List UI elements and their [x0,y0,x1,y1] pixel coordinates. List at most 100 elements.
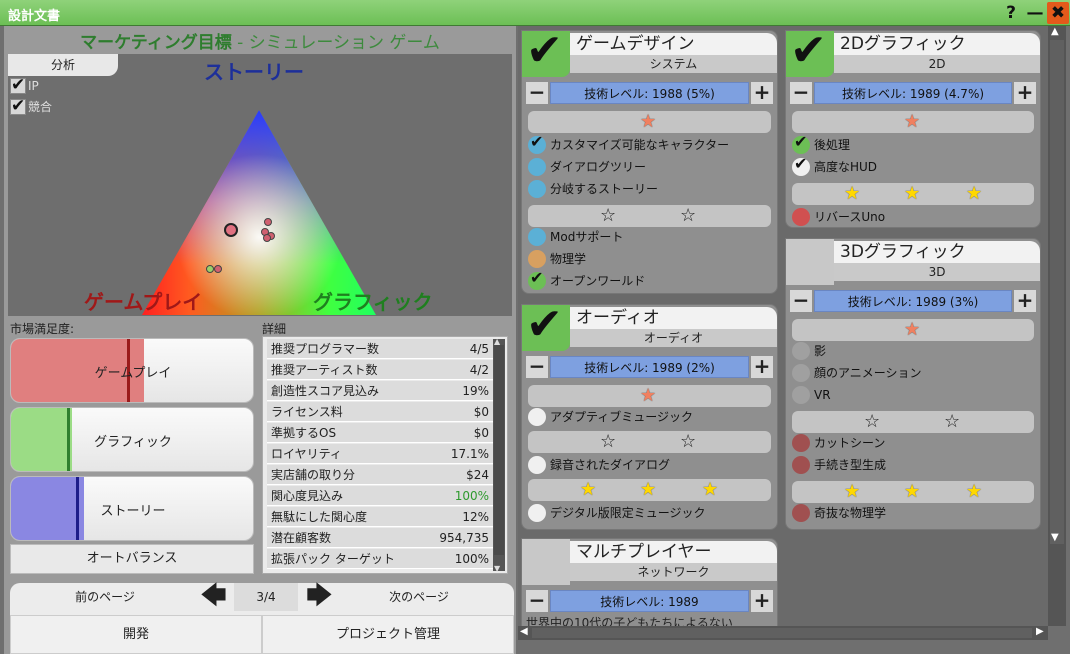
feature-toggle-icon[interactable] [792,504,810,522]
minimize-button[interactable]: — [1024,2,1046,24]
details-row: 準拠するOS $0 [267,423,493,443]
analysis-tab[interactable]: 分析 [8,54,118,76]
details-value: 19% [462,384,489,398]
feature-toggle-icon[interactable] [528,228,546,246]
next-page-button[interactable]: 次のページ [324,583,514,611]
feature-toggle-icon[interactable] [528,268,546,290]
feature-item[interactable]: VR [792,385,1034,405]
scroll-down-icon[interactable]: ▼ [494,564,500,573]
feature-cards-area: ゲームデザイン システム − 技術レベル: 1988 (5%) + ★ カスタマ… [518,26,1048,626]
prev-arrow-icon[interactable]: 🡄 [200,583,227,609]
feature-item[interactable]: 後処理 [792,132,1034,155]
feature-item[interactable]: リバースUno [792,207,1034,227]
tech-level-control: − 技術レベル: 1989 (3%) + [790,290,1036,312]
feature-toggle-icon[interactable] [792,456,810,474]
increase-tech-button[interactable]: + [1014,82,1036,104]
feature-item[interactable]: アダプティブミュージック [528,407,771,427]
feature-label: VR [814,388,831,402]
feature-item[interactable]: 録音されたダイアログ [528,455,771,475]
check-icon[interactable] [522,305,570,351]
feature-toggle-icon[interactable] [528,408,546,426]
feature-toggle-icon[interactable] [792,364,810,382]
market-triangle[interactable] [142,110,376,315]
increase-tech-button[interactable]: + [1014,290,1036,312]
feature-toggle-icon[interactable] [528,132,546,154]
feature-toggle-icon[interactable] [528,158,546,176]
scroll-up-icon[interactable]: ▲ [1051,26,1059,37]
horizontal-scroll-thumb[interactable] [532,628,1032,638]
check-icon[interactable] [522,31,570,77]
ip-checkbox[interactable] [10,75,26,95]
details-scrollbar[interactable]: ▲ ▼ [493,337,505,573]
star-icon: ★ [966,481,983,502]
story-bar-label: ストーリー [100,504,166,519]
feature-toggle-icon[interactable] [528,180,546,198]
multiplayer-tooltip-text: 世界中の10代の子どもたちによるない [526,616,733,626]
competition-filter[interactable]: 競合 [10,96,52,116]
auto-balance-button[interactable]: オートバランス [10,544,254,574]
target-triangle-area: 分析 IP 競合 ストーリー ゲームプレイ グラフィック [8,54,512,316]
vertical-scrollbar[interactable]: ▲ ▼ [1048,26,1066,626]
card-header: 2Dグラフィック 2D [786,31,1040,77]
feature-toggle-icon[interactable] [528,250,546,268]
develop-button[interactable]: 開発 [10,615,262,654]
project-management-button[interactable]: プロジェクト管理 [262,615,514,654]
ip-filter[interactable]: IP [10,75,39,96]
feature-toggle-icon[interactable] [792,154,810,176]
competition-checkbox[interactable] [10,96,26,116]
feature-toggle-icon[interactable] [528,504,546,522]
horizontal-scrollbar[interactable]: ◀ ▶ [518,626,1048,640]
feature-item[interactable]: カスタマイズ可能なキャラクター [528,132,771,155]
story-bar[interactable]: ストーリー [10,476,254,541]
increase-tech-button[interactable]: + [751,590,773,612]
graphics-bar[interactable]: グラフィック [10,407,254,472]
star-tier-1: ★ [528,385,771,407]
feature-toggle-icon[interactable] [792,434,810,452]
feature-item[interactable]: Modサポート [528,227,771,247]
details-row: 無駄にした関心度 12% [267,507,493,527]
close-button[interactable]: ✖ [1047,2,1069,24]
feature-label: デジタル版限定ミュージック [550,506,706,520]
feature-item[interactable]: ダイアログツリー [528,157,771,177]
increase-tech-button[interactable]: + [751,82,773,104]
decrease-tech-button[interactable]: − [526,356,548,378]
star-tier-2: ★ ★ ★ [792,183,1034,205]
feature-item[interactable]: カットシーン [792,433,1034,453]
feature-item[interactable]: 物理学 [528,249,771,269]
card-header: マルチプレイヤー ネットワーク [522,539,777,585]
prev-page-button[interactable]: 前のページ [10,583,200,611]
details-row: 実店舗の取り分 $24 [267,465,493,485]
unchecked-box[interactable] [786,239,834,285]
feature-item[interactable]: 分岐するストーリー [528,179,771,199]
decrease-tech-button[interactable]: − [526,590,548,612]
feature-item[interactable]: 影 [792,341,1034,361]
vertical-scroll-thumb[interactable] [1050,40,1064,544]
target-marker[interactable] [224,223,238,237]
feature-toggle-icon[interactable] [792,342,810,360]
details-scroll-thumb[interactable] [494,345,504,555]
scroll-down-icon[interactable]: ▼ [1051,532,1059,543]
feature-toggle-icon[interactable] [792,386,810,404]
scroll-right-icon[interactable]: ▶ [1036,626,1044,637]
increase-tech-button[interactable]: + [751,356,773,378]
card-header: ゲームデザイン システム [522,31,777,77]
feature-toggle-icon[interactable] [528,456,546,474]
multiplayer-card: マルチプレイヤー ネットワーク − 技術レベル: 1989 + 世界中の10代の… [521,538,778,626]
decrease-tech-button[interactable]: − [790,82,812,104]
gameplay-bar[interactable]: ゲームプレイ [10,338,254,403]
feature-item[interactable]: 顔のアニメーション [792,363,1034,383]
graphics-bar-label: グラフィック [94,435,172,450]
help-button[interactable]: ? [1000,2,1022,24]
feature-item[interactable]: 奇抜な物理学 [792,503,1034,523]
feature-toggle-icon[interactable] [792,208,810,226]
decrease-tech-button[interactable]: − [790,290,812,312]
feature-item[interactable]: オープンワールド [528,268,771,291]
feature-item[interactable]: デジタル版限定ミュージック [528,503,771,523]
feature-item[interactable]: 高度なHUD [792,154,1034,177]
scroll-left-icon[interactable]: ◀ [520,626,528,637]
feature-toggle-icon[interactable] [792,132,810,154]
unchecked-box[interactable] [522,539,570,585]
decrease-tech-button[interactable]: − [526,82,548,104]
feature-item[interactable]: 手続き型生成 [792,455,1034,475]
check-icon[interactable] [786,31,834,77]
